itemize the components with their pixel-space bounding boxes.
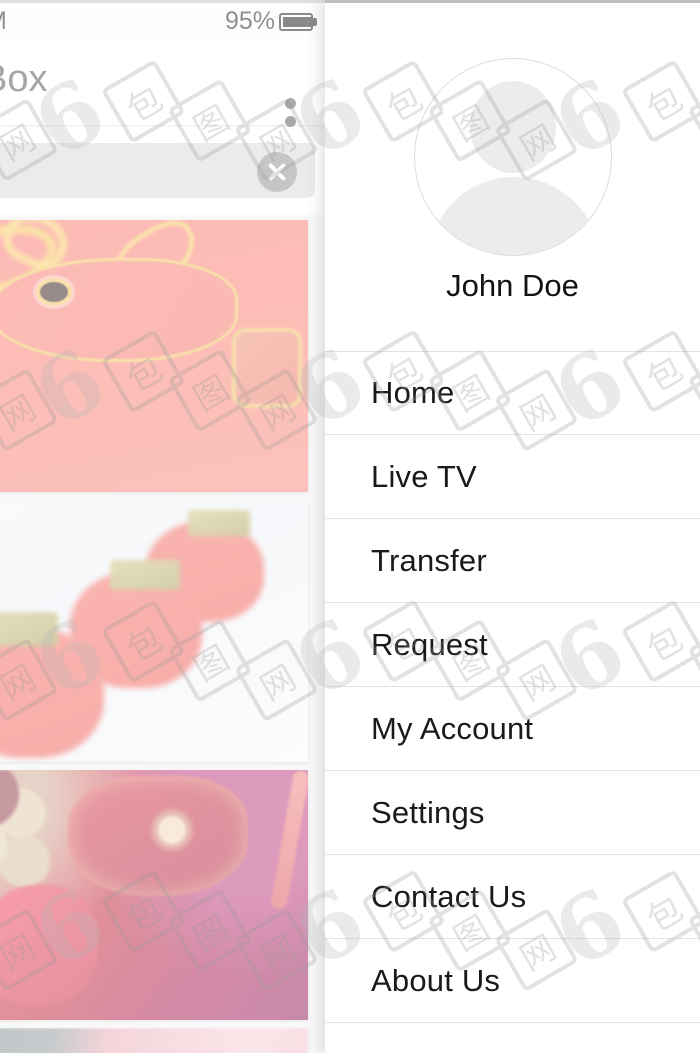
battery-full-icon bbox=[279, 13, 317, 31]
decor-lantern-cap bbox=[0, 612, 58, 646]
decor-nuts bbox=[0, 770, 50, 890]
avatar-head bbox=[470, 81, 556, 173]
page-title: Box bbox=[0, 58, 48, 100]
app-screen: M 95% Box bbox=[0, 0, 700, 1053]
card-fish-ornament[interactable] bbox=[0, 220, 308, 492]
card-pink-flowers[interactable] bbox=[0, 1028, 308, 1053]
profile-user-name: John Doe bbox=[446, 268, 579, 303]
card-image bbox=[0, 1028, 308, 1053]
menu-item-label: Transfer bbox=[371, 542, 487, 578]
menu-item-label: Live TV bbox=[371, 458, 477, 494]
menu-item-label: Contact Us bbox=[371, 878, 527, 914]
menu-item-label: My Account bbox=[371, 710, 534, 746]
menu-item-about-us[interactable]: About Us bbox=[325, 939, 700, 1023]
battery-body bbox=[279, 13, 313, 31]
card-image bbox=[0, 220, 308, 492]
menu-item-transfer[interactable]: Transfer bbox=[325, 519, 700, 603]
overflow-dot bbox=[285, 98, 296, 109]
status-bar-time: M bbox=[0, 7, 7, 36]
status-bar-battery-percent: 95% bbox=[224, 7, 275, 35]
card-silk-pouches[interactable] bbox=[0, 770, 308, 1020]
decor-lantern-cap bbox=[188, 510, 250, 536]
menu-item-contact-us[interactable]: Contact Us bbox=[325, 855, 700, 939]
decor-flower-motif bbox=[144, 804, 200, 856]
menu-item-label: Home bbox=[371, 375, 455, 410]
menu-item-request[interactable]: Request bbox=[325, 603, 700, 687]
menu-item-label: Request bbox=[371, 626, 488, 662]
person-avatar-icon[interactable] bbox=[414, 58, 612, 256]
decor-fish-body bbox=[0, 258, 238, 362]
close-circle-icon[interactable] bbox=[257, 152, 297, 192]
background-app: M 95% Box bbox=[0, 0, 325, 1053]
menu-item-label: About Us bbox=[371, 962, 501, 998]
menu-item-settings[interactable]: Settings bbox=[325, 771, 700, 855]
drawer-menu-list: Home Live TV Transfer Request My Account… bbox=[325, 351, 700, 1023]
card-image bbox=[0, 500, 308, 762]
drawer-profile-header[interactable]: John Doe bbox=[325, 3, 700, 352]
decor-fish-eye bbox=[40, 282, 68, 302]
menu-item-live-tv[interactable]: Live TV bbox=[325, 435, 700, 519]
menu-item-label: Settings bbox=[371, 794, 485, 830]
avatar-shoulders bbox=[428, 177, 600, 255]
decor-lantern-cap bbox=[110, 560, 180, 590]
decor-silk-pouch bbox=[0, 885, 98, 1005]
app-title-bar: Box bbox=[0, 36, 325, 145]
card-red-lanterns[interactable] bbox=[0, 500, 308, 762]
battery-fill bbox=[283, 17, 311, 27]
decor-cord bbox=[269, 770, 308, 911]
battery-cap bbox=[313, 18, 317, 26]
decor-lantern bbox=[232, 328, 302, 408]
navigation-drawer: John Doe Home Live TV Transfer Request M… bbox=[325, 0, 700, 1053]
menu-item-home[interactable]: Home bbox=[325, 351, 700, 435]
menu-item-my-account[interactable]: My Account bbox=[325, 687, 700, 771]
overflow-dot bbox=[285, 116, 296, 127]
card-image bbox=[0, 770, 308, 1020]
status-bar: M 95% bbox=[0, 0, 325, 36]
content-feed[interactable] bbox=[0, 215, 325, 1053]
